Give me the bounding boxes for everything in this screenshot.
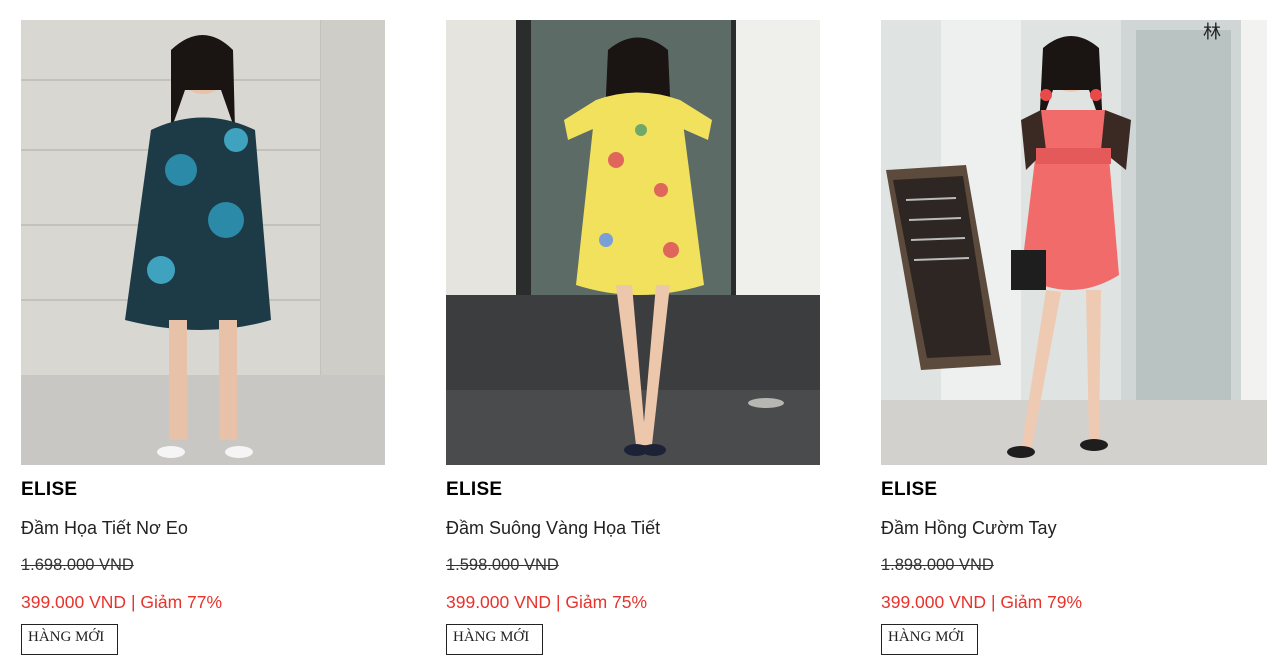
- product-image[interactable]: [446, 20, 820, 465]
- sale-price-line: 399.000 VND | Giảm 79%: [881, 592, 1267, 612]
- product-card[interactable]: 林 ELISE Đầm Hồng Cườm Tay 1.898.000 VND …: [881, 20, 1267, 655]
- product-name[interactable]: Đầm Hồng Cườm Tay: [881, 517, 1267, 539]
- product-card[interactable]: ELISE Đầm Họa Tiết Nơ Eo 1.698.000 VND 3…: [21, 20, 385, 655]
- discount-label: Giảm 77%: [140, 592, 223, 612]
- original-price: 1.698.000 VND: [21, 556, 134, 574]
- original-price: 1.898.000 VND: [881, 556, 994, 574]
- product-photo-illustration: 林: [881, 20, 1267, 465]
- new-badge: HÀNG MỚI: [446, 624, 543, 655]
- brand-name: ELISE: [881, 479, 938, 500]
- sale-price: 399.000 VND: [21, 592, 127, 612]
- price-separator: |: [126, 592, 141, 612]
- sale-price-line: 399.000 VND | Giảm 77%: [21, 592, 385, 612]
- product-photo-illustration: [446, 20, 820, 465]
- product-photo-illustration: [21, 20, 385, 465]
- brand-name: ELISE: [446, 479, 503, 500]
- sale-price-line: 399.000 VND | Giảm 75%: [446, 592, 820, 612]
- product-image[interactable]: [21, 20, 385, 465]
- price-separator: |: [551, 592, 566, 612]
- svg-text:林: 林: [1203, 22, 1221, 43]
- discount-label: Giảm 75%: [565, 592, 648, 612]
- new-badge: HÀNG MỚI: [21, 624, 118, 655]
- new-badge: HÀNG MỚI: [881, 624, 978, 655]
- sale-price: 399.000 VND: [446, 592, 552, 612]
- brand-name: ELISE: [21, 479, 78, 500]
- discount-label: Giảm 79%: [1000, 592, 1083, 612]
- product-card[interactable]: ELISE Đầm Suông Vàng Họa Tiết 1.598.000 …: [446, 20, 820, 655]
- product-image[interactable]: 林: [881, 20, 1267, 465]
- sale-price: 399.000 VND: [881, 592, 987, 612]
- original-price: 1.598.000 VND: [446, 556, 559, 574]
- product-grid: ELISE Đầm Họa Tiết Nơ Eo 1.698.000 VND 3…: [0, 0, 1287, 669]
- product-name[interactable]: Đầm Họa Tiết Nơ Eo: [21, 517, 385, 539]
- price-separator: |: [986, 592, 1001, 612]
- product-name[interactable]: Đầm Suông Vàng Họa Tiết: [446, 517, 820, 539]
